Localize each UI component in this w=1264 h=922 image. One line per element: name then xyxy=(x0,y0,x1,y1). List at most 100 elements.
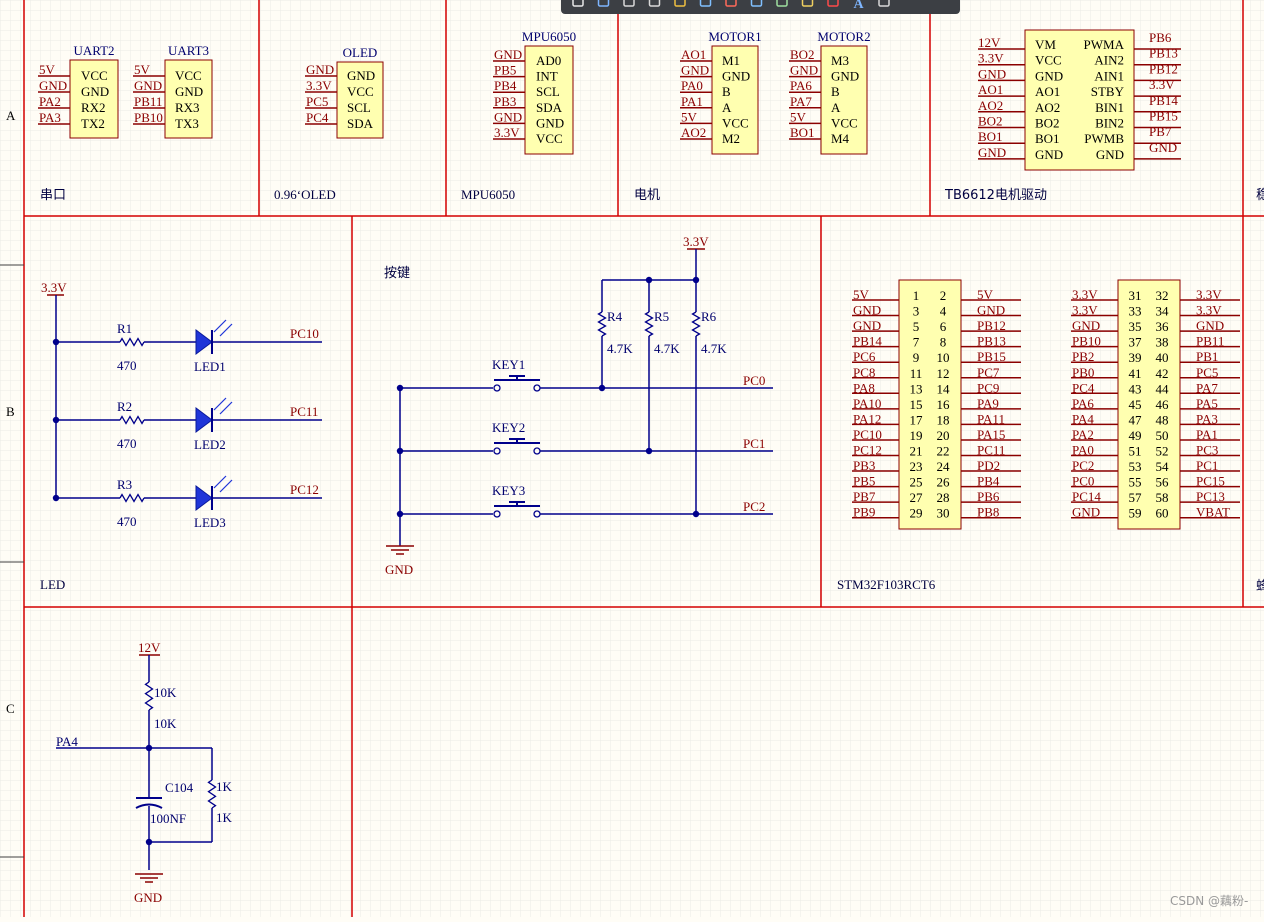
stm32-net-label: PC3 xyxy=(1196,443,1218,458)
oled-net-label: GND xyxy=(306,62,334,77)
uart3-pin-label: RX3 xyxy=(175,100,200,115)
row-label-b: B xyxy=(6,404,15,419)
stm32-net-label: GND xyxy=(1072,505,1100,520)
stm32-pin-number: 13 xyxy=(910,381,923,396)
stm32-net-label: PA9 xyxy=(977,396,999,411)
oled-net-label: PC4 xyxy=(306,110,329,125)
stm32-net-label: PC12 xyxy=(853,443,882,458)
stm32-pin-number: 12 xyxy=(937,366,950,381)
led-power-label: 3.3V xyxy=(41,280,67,295)
tb6612-net-label: AO1 xyxy=(978,82,1003,97)
motor2-pin-label: M3 xyxy=(831,53,849,68)
stm32-net-label: PC7 xyxy=(977,365,1000,380)
stm32-pin-number: 18 xyxy=(937,412,950,427)
stm32-pin-number: 58 xyxy=(1156,490,1169,505)
uart3-pin-label: VCC xyxy=(175,68,202,83)
stm32-pin-number: 44 xyxy=(1156,381,1170,396)
stm32-net-label: PC8 xyxy=(853,365,875,380)
oled-pin-label: SCL xyxy=(347,100,371,115)
motor1-pin-label: VCC xyxy=(722,115,749,130)
row-label-c: C xyxy=(6,701,15,716)
mpu6050-connector[interactable]: MPU6050GND AD0PB5 INTPB4 SCLPB3 SDAGND GND3.3… xyxy=(493,29,576,155)
stm32-net-label: VBAT xyxy=(1196,505,1230,520)
stm32-net-label: GND xyxy=(977,303,1005,318)
mpu6050-net-label: 3.3V xyxy=(494,125,520,140)
stm32-net-label: PB12 xyxy=(977,318,1006,333)
stm32-pin-number: 54 xyxy=(1156,459,1170,474)
stm32-net-label: PB0 xyxy=(1072,365,1094,380)
stm32-pin-number: 11 xyxy=(910,366,923,381)
tb6612-pin-label: AIN2 xyxy=(1094,53,1124,68)
junction-dot xyxy=(145,744,153,752)
motor2-pin-label: GND xyxy=(831,69,859,84)
tb6612-net-label: 3.3V xyxy=(1149,77,1175,92)
pullup-ref: R4 xyxy=(607,309,623,324)
stm32-pin-number: 30 xyxy=(937,506,950,521)
led-resistor-value: 470 xyxy=(117,358,137,373)
mpu6050-pin-label: GND xyxy=(536,115,564,130)
uart2-pin-label: VCC xyxy=(81,68,108,83)
stm32-pin-number: 43 xyxy=(1129,381,1142,396)
stm32-pin-number: 14 xyxy=(937,381,951,396)
uart2-ref: UART2 xyxy=(73,43,114,58)
tb6612-pin-label: BO1 xyxy=(1035,131,1060,146)
stm32-pin-number: 57 xyxy=(1129,490,1143,505)
stm32-pin-number: 27 xyxy=(910,490,924,505)
stm32-net-label: PB11 xyxy=(1196,334,1224,349)
stm32-net-label: PC4 xyxy=(1072,380,1095,395)
tb6612-net-label: PB13 xyxy=(1149,46,1178,61)
stm32-pin-number: 51 xyxy=(1129,444,1142,459)
stm32-net-label: PB6 xyxy=(977,489,1000,504)
text-icon[interactable]: A xyxy=(854,0,865,12)
stm32-pin-number: 22 xyxy=(937,444,950,459)
oled-net-label: 3.3V xyxy=(306,78,332,93)
stm32-pin-number: 26 xyxy=(937,475,951,490)
stm32-net-label: GND xyxy=(853,303,881,318)
section-title-motor: 电机 xyxy=(634,188,660,203)
schematic-canvas[interactable]: A B C 串口 0.96‘OLED MPU6050 电机 TB6612电机驱动… xyxy=(0,0,1264,917)
stm32-pin-number: 42 xyxy=(1156,366,1169,381)
stm32-pin-number: 5 xyxy=(913,319,920,334)
led-resistor-ref: R3 xyxy=(117,477,132,492)
motor1-net-label: PA1 xyxy=(681,94,703,109)
stm32-net-label: PB14 xyxy=(853,334,882,349)
stm32-pin-number: 32 xyxy=(1156,288,1169,303)
stm32-net-label: PB9 xyxy=(853,505,875,520)
stm32-pin-number: 60 xyxy=(1156,506,1169,521)
battery-cap-ref: C104 xyxy=(165,780,194,795)
motor2-pin-label: A xyxy=(831,100,841,115)
key-ref: KEY3 xyxy=(492,483,525,498)
stm32-net-label: PB5 xyxy=(853,474,875,489)
motor2-connector[interactable]: MOTOR2BO2 M3GND GNDPA6 BPA7 A5V VCCBO1 M4 xyxy=(789,29,871,155)
stm32-net-label: 3.3V xyxy=(1072,287,1098,302)
stm32-net-label: 3.3V xyxy=(1072,303,1098,318)
uart2-pin-label: TX2 xyxy=(81,116,105,131)
stm32-net-label: PC11 xyxy=(977,443,1005,458)
motor1-pin-label: A xyxy=(722,100,732,115)
uart3-net-label: PB11 xyxy=(134,94,162,109)
tb6612-net-label: GND xyxy=(978,145,1006,160)
stm32-pin-number: 23 xyxy=(910,459,923,474)
motor2-pin-label: B xyxy=(831,84,840,99)
stm32-net-label: PB1 xyxy=(1196,349,1218,364)
key-ref: KEY1 xyxy=(492,357,525,372)
stm32-pin-number: 21 xyxy=(910,444,923,459)
mpu6050-pin-label: AD0 xyxy=(536,53,561,68)
stm32-net-label: PB15 xyxy=(977,349,1006,364)
tb6612-pin-label: GND xyxy=(1096,147,1124,162)
tb6612-net-label: PB14 xyxy=(1149,93,1178,108)
stm32-pin-number: 29 xyxy=(910,506,923,521)
key-net-label: PC2 xyxy=(743,499,765,514)
motor1-connector[interactable]: MOTOR1AO1 M1GND GNDPA0 BPA1 A5V VCCAO2 M2 xyxy=(680,29,762,155)
stm32-net-label: PA15 xyxy=(977,427,1005,442)
battery-cap-val: 100NF xyxy=(150,811,186,826)
section-title-cut-a: 稳 xyxy=(1256,187,1264,203)
stm32-net-label: PB8 xyxy=(977,505,999,520)
section-title-stm32: STM32F103RCT6 xyxy=(837,577,936,592)
junction-dot xyxy=(645,447,653,455)
stm32-net-label: PC2 xyxy=(1072,458,1094,473)
tb6612-net-label: 12V xyxy=(978,35,1001,50)
section-title-key: 按键 xyxy=(384,266,410,281)
stm32-pin-number: 49 xyxy=(1129,428,1142,443)
junction-dot xyxy=(396,384,404,392)
